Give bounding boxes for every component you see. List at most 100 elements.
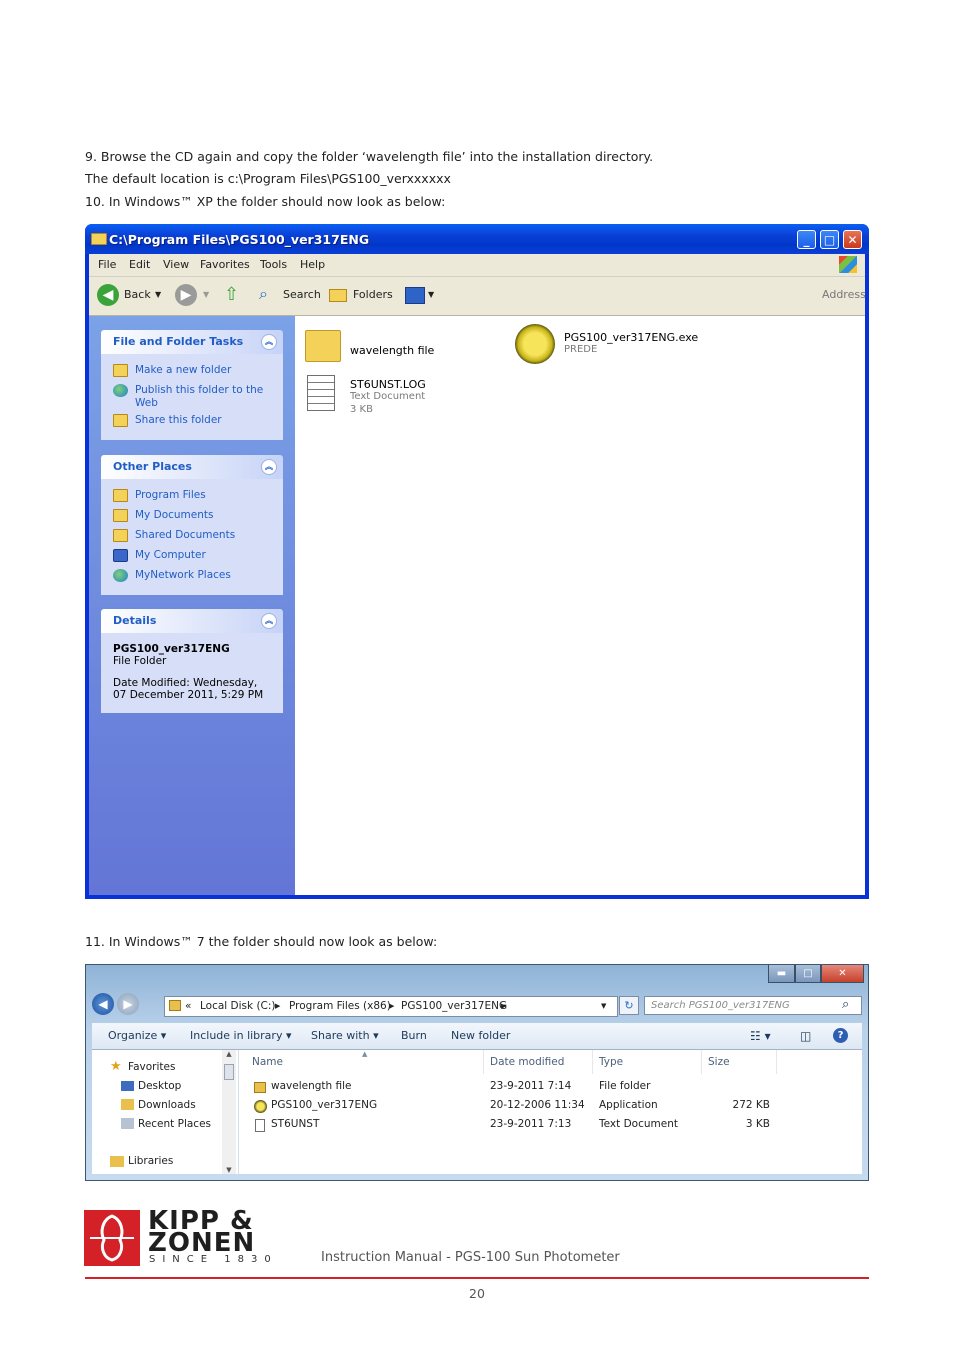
views-dropdown-icon[interactable]: ▼ [428,290,434,299]
search-icon[interactable]: ⌕ [842,997,849,1012]
refresh-icon[interactable]: ↻ [619,996,639,1015]
nav-downloads[interactable]: Downloads [138,1099,196,1111]
breadcrumb-pgs100[interactable]: PGS100_ver317ENG [401,997,507,1015]
folder-icon [113,489,128,502]
close-button[interactable]: ✕ [821,965,864,983]
search-button[interactable]: Search [283,288,321,301]
address-dropdown-icon[interactable]: ▼ [601,997,606,1015]
views-icon[interactable] [405,287,425,304]
nav-recent-places[interactable]: Recent Places [138,1118,211,1130]
table-row[interactable]: wavelength file 23-9-2011 7:14 File fold… [240,1080,860,1097]
breadcrumb-program-files[interactable]: Program Files (x86) [289,997,391,1015]
column-divider [592,1050,593,1074]
column-date-modified[interactable]: Date modified [490,1056,564,1068]
xp-menubar: File Edit View Favorites Tools Help [89,254,865,277]
manual-title: Instruction Manual - PGS-100 Sun Photome… [321,1250,620,1265]
breadcrumb-separator-icon[interactable]: ▶ [501,997,506,1015]
maximize-button[interactable]: □ [820,230,839,249]
panel-header[interactable]: Details ︽ [101,609,283,633]
new-folder-icon [113,364,128,377]
publish-web-icon [113,384,128,397]
breadcrumb-separator-icon[interactable]: ▶ [389,997,394,1015]
row-name: PGS100_ver317ENG [271,1099,378,1111]
panel-header[interactable]: File and Folder Tasks ︽ [101,330,283,354]
help-icon[interactable]: ? [833,1028,848,1043]
back-arrow-icon[interactable]: ◀ [92,993,114,1015]
nav-scrollbar[interactable]: ▲ ▼ [222,1050,236,1174]
burn-button[interactable]: Burn [401,1029,427,1042]
table-row[interactable]: PGS100_ver317ENG 20-12-2006 11:34 Applic… [240,1099,860,1116]
panel-header[interactable]: Other Places ︽ [101,455,283,479]
sun-app-icon [515,324,555,364]
up-folder-icon[interactable]: ⇧ [224,284,239,305]
nav-desktop[interactable]: Desktop [138,1080,181,1092]
file-size: 3 KB [350,404,373,415]
search-input[interactable]: Search PGS100_ver317ENG [644,996,862,1015]
nav-favorites[interactable]: Favorites [128,1061,175,1073]
recent-places-icon [121,1118,134,1129]
libraries-icon [110,1156,124,1167]
menu-help[interactable]: Help [300,258,325,271]
row-name: ST6UNST [271,1118,320,1130]
collapse-icon[interactable]: ︽ [261,334,277,350]
details-type: File Folder [113,655,167,667]
place-program-files[interactable]: Program Files [113,489,283,505]
column-divider [776,1050,777,1074]
place-shared-documents[interactable]: Shared Documents [113,529,283,545]
row-size: 3 KB [745,1118,770,1130]
place-my-computer[interactable]: My Computer [113,549,283,565]
menu-edit[interactable]: Edit [129,258,150,271]
menu-file[interactable]: File [98,258,116,271]
file-name: ST6UNST.LOG [350,378,426,391]
breadcrumb-separator-icon[interactable]: ▶ [275,997,280,1015]
column-size[interactable]: Size [708,1056,730,1068]
place-my-documents[interactable]: My Documents [113,509,283,525]
task-label: Make a new folder [135,364,232,376]
details-modified: Date Modified: Wednesday, 07 December 20… [113,677,264,701]
search-icon: ⌕ [259,284,268,303]
my-computer-icon [113,549,128,562]
back-button[interactable]: Back [124,288,151,301]
forward-dropdown-icon[interactable]: ▼ [203,290,209,299]
change-view-icon[interactable]: ☷ ▾ [750,1029,771,1043]
include-library-button[interactable]: Include in library ▾ [190,1029,291,1042]
maximize-button[interactable]: □ [795,965,821,983]
text-document-icon [307,375,335,411]
minimize-button[interactable]: _ [797,230,816,249]
column-type[interactable]: Type [599,1056,623,1068]
logo-figure-icon [90,1214,134,1262]
task-publish-to-web[interactable]: Publish this folder to the Web [113,384,283,410]
collapse-icon[interactable]: ︽ [261,459,277,475]
collapse-icon[interactable]: ︽ [261,613,277,629]
organize-button[interactable]: Organize ▾ [108,1029,166,1042]
step10-text: 10. In Windows™ XP the folder should now… [85,194,446,209]
back-dropdown-icon[interactable]: ▼ [155,290,161,299]
new-folder-button[interactable]: New folder [451,1029,510,1042]
folders-button[interactable]: Folders [353,288,393,301]
back-arrow-icon[interactable]: ◀ [97,284,119,306]
task-share-folder[interactable]: Share this folder [113,414,283,430]
menu-favorites[interactable]: Favorites [200,258,250,271]
step9-line1: 9. Browse the CD again and copy the fold… [85,149,654,164]
share-with-button[interactable]: Share with ▾ [311,1029,379,1042]
menu-tools[interactable]: Tools [260,258,287,271]
scrollbar-thumb[interactable] [224,1064,234,1080]
task-make-new-folder[interactable]: Make a new folder [113,364,283,380]
minimize-button[interactable]: ▬ [768,965,795,983]
table-row[interactable]: ST6UNST 23-9-2011 7:13 Text Document 3 K… [240,1118,860,1135]
close-button[interactable]: ✕ [843,230,862,249]
scroll-down-icon[interactable]: ▼ [222,1166,236,1174]
menu-view[interactable]: View [163,258,189,271]
forward-arrow-icon[interactable]: ▶ [117,993,139,1015]
place-network-places[interactable]: MyNetwork Places [113,569,283,585]
breadcrumb-overflow[interactable]: « [185,997,191,1015]
column-name[interactable]: Name [252,1056,283,1068]
address-bar[interactable]: « Local Disk (C:) ▶ Program Files (x86) … [164,996,618,1017]
page-number: 20 [469,1286,485,1301]
preview-pane-icon[interactable]: ◫ [800,1029,811,1043]
breadcrumb-local-disk[interactable]: Local Disk (C:) [200,997,276,1015]
nav-libraries[interactable]: Libraries [128,1155,173,1167]
scroll-up-icon[interactable]: ▲ [222,1050,236,1058]
forward-arrow-icon[interactable]: ▶ [175,284,197,306]
xp-titlebar[interactable]: C:\Program Files\PGS100_ver317ENG _ □ ✕ [85,224,869,254]
